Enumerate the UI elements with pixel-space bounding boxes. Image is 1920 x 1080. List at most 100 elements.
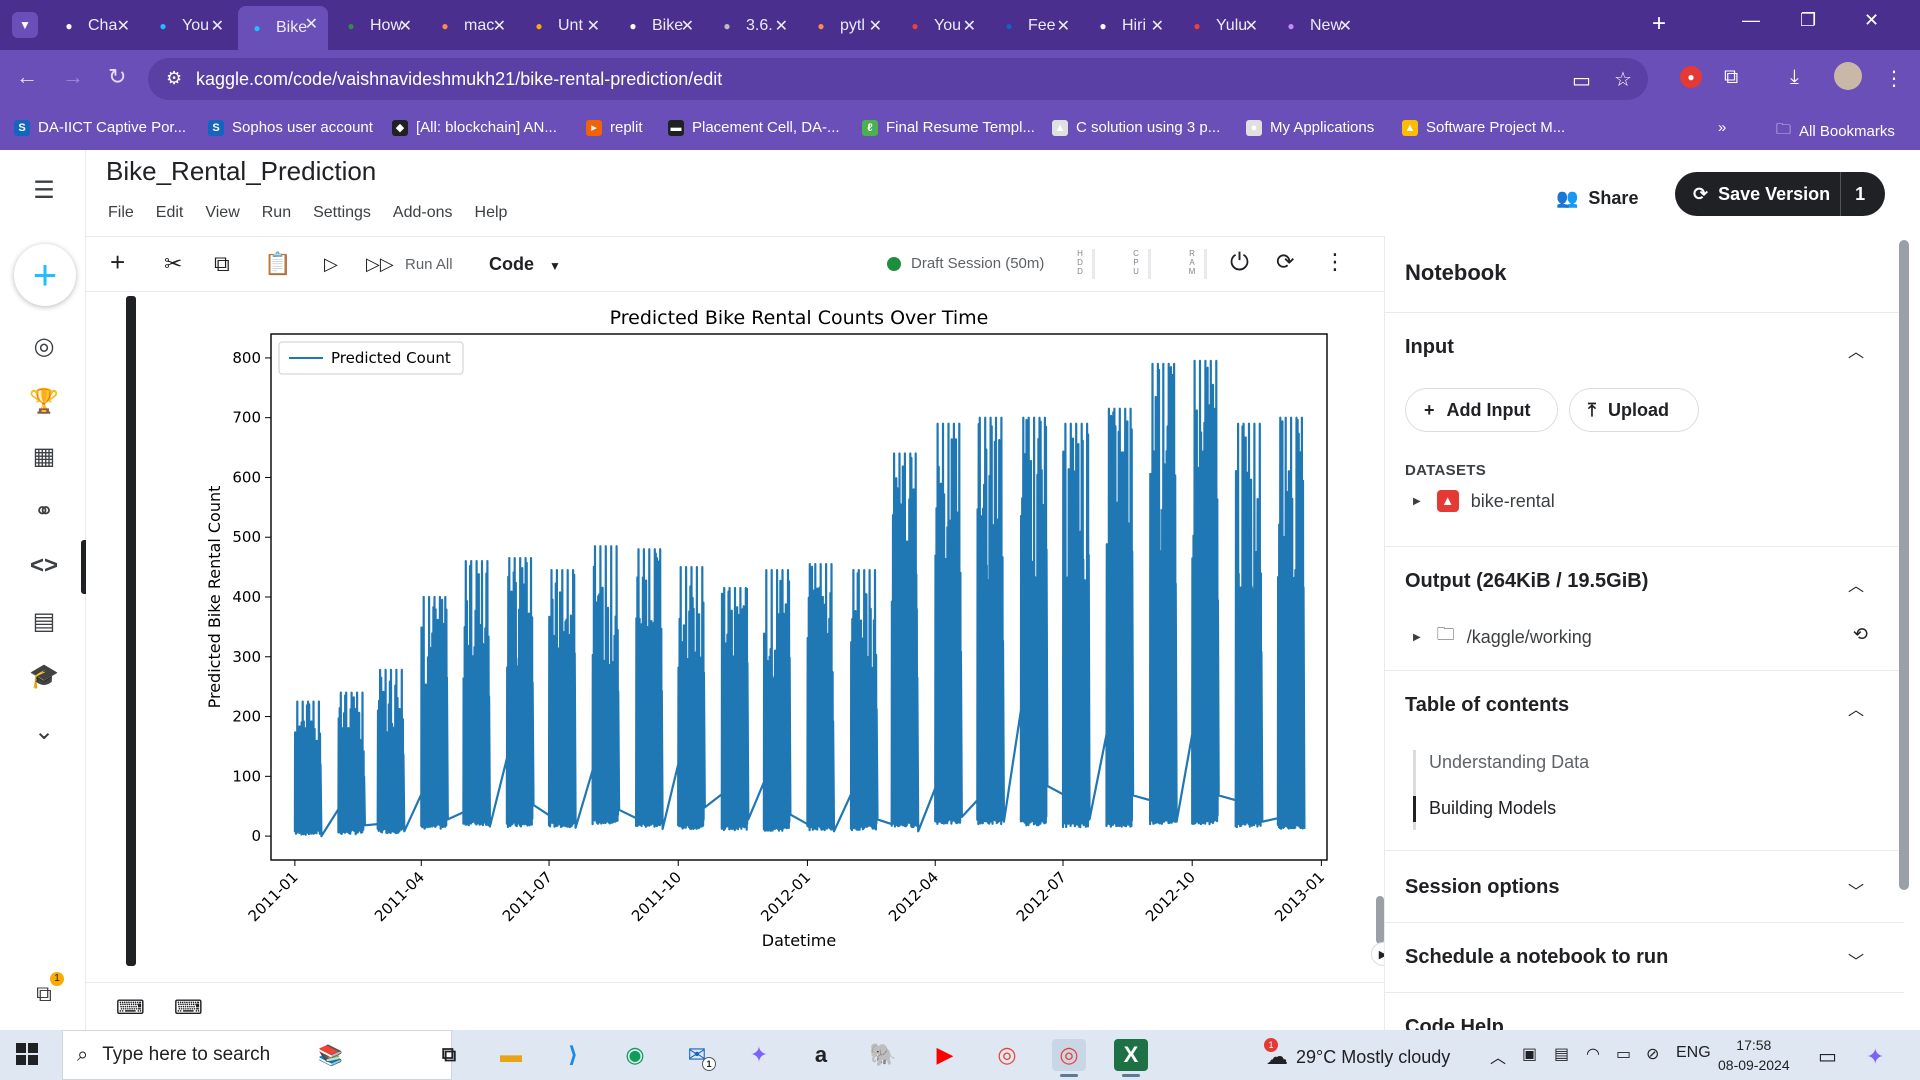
code-help-title[interactable]: Code Help (1405, 1016, 1504, 1030)
session-options-title[interactable]: Session options (1405, 876, 1559, 899)
browser-tab[interactable]: ● You ✕ (896, 8, 986, 44)
tab-close-icon[interactable]: ✕ (493, 16, 506, 36)
cell-type-select[interactable]: Code ▼ (489, 254, 561, 275)
learn-icon[interactable]: 🎓 (26, 658, 62, 694)
bookmark-item[interactable]: S DA-IICT Captive Por... (14, 119, 186, 136)
refresh-icon[interactable]: ⟲ (1853, 624, 1868, 645)
bookmark-item[interactable]: ℓ Final Resume Templ... (862, 119, 1035, 136)
table-icon[interactable]: ▦ (26, 438, 62, 474)
browser-tab[interactable]: ● Bike ✕ (238, 6, 328, 50)
mail-icon[interactable]: ✉ 1 (680, 1039, 716, 1071)
output-section-title[interactable]: Output (264KiB / 19.5GiB) (1405, 570, 1648, 593)
browser-tab[interactable]: ● Unt ✕ (520, 8, 610, 44)
output-folder-item[interactable]: ▶ 🗀 /kaggle/working (1413, 622, 1592, 652)
expand-more-icon[interactable]: ⌄ (26, 713, 62, 749)
chevron-down-icon[interactable]: ﹀ (1848, 878, 1864, 902)
compass-icon[interactable]: ◎ (26, 328, 62, 364)
toc-item-building-models[interactable]: Building Models (1429, 798, 1556, 819)
forward-icon[interactable]: → (62, 64, 84, 90)
expand-caret-icon[interactable]: ▶ (1413, 496, 1421, 507)
run-all-icon[interactable]: ▷▷ (366, 254, 394, 275)
chevron-up-icon[interactable]: ︿ (1848, 338, 1864, 362)
taskbar-clock[interactable]: 17:58 08-09-2024 (1718, 1035, 1790, 1075)
version-count[interactable]: 1 (1855, 184, 1865, 205)
browser-menu-icon[interactable]: ⋮ (1884, 66, 1904, 91)
volume-mute-icon[interactable]: ⊘ (1646, 1044, 1659, 1064)
tray-chevron-up-icon[interactable]: ︿ (1490, 1044, 1506, 1068)
tab-close-icon[interactable]: ✕ (1339, 16, 1352, 36)
share-button[interactable]: 👥 Share (1556, 178, 1638, 218)
input-section-title[interactable]: Input (1405, 336, 1454, 359)
copilot-app-icon[interactable]: ✦ (742, 1039, 776, 1071)
session-label[interactable]: Draft Session (50m) (911, 255, 1044, 272)
dataset-item[interactable]: ▶ ▲ bike-rental (1413, 490, 1555, 512)
language-indicator[interactable]: ENG (1676, 1044, 1711, 1062)
reload-icon[interactable]: ↻ (108, 64, 126, 90)
file-explorer-icon[interactable]: ▬ (494, 1039, 528, 1071)
side-panel-scrollbar[interactable] (1899, 240, 1909, 890)
chevron-up-icon[interactable]: ︿ (1848, 572, 1864, 596)
back-icon[interactable]: ← (16, 64, 38, 90)
tab-close-icon[interactable]: ✕ (963, 16, 976, 36)
hamburger-menu-icon[interactable]: ☰ (26, 172, 62, 208)
chevron-up-icon[interactable]: ︿ (1848, 1018, 1864, 1030)
tab-close-icon[interactable]: ✕ (869, 16, 882, 36)
wifi-icon[interactable]: ◠ (1586, 1044, 1600, 1064)
tab-search-button[interactable]: ▼ (12, 12, 38, 38)
bookmark-item[interactable]: ▬ Placement Cell, DA-... (668, 119, 840, 136)
notebook-title[interactable]: Bike_Rental_Prediction (106, 156, 376, 187)
paste-icon[interactable]: 📋 (264, 251, 291, 277)
tab-close-icon[interactable]: ✕ (1245, 16, 1258, 36)
browser-tab[interactable]: ● You ✕ (144, 8, 234, 44)
battery-icon[interactable]: ▭ (1616, 1044, 1631, 1064)
taskbar-search-box[interactable]: ⌕ Type here to search 📚 (62, 1030, 452, 1080)
chrome-profile-icon[interactable]: ◎ (1052, 1039, 1086, 1077)
excel-icon[interactable]: X (1114, 1039, 1148, 1077)
keyboard-shortcuts-icon[interactable]: ⌨ (174, 995, 203, 1020)
tab-close-icon[interactable]: ✕ (587, 16, 600, 36)
browser-tab[interactable]: ● pytl ✕ (802, 8, 892, 44)
postgresql-icon[interactable]: 🐘 (866, 1039, 900, 1071)
models-icon[interactable]: ⚭ (26, 493, 62, 529)
tab-close-icon[interactable]: ✕ (305, 14, 318, 34)
expand-caret-icon[interactable]: ▶ (1413, 632, 1421, 643)
bookmark-item[interactable]: ▲ Software Project M... (1402, 119, 1565, 136)
save-version-button[interactable]: ⟳ Save Version 1 (1675, 172, 1885, 216)
minimize-icon[interactable]: — (1742, 10, 1760, 31)
url-text[interactable]: kaggle.com/code/vaishnavideshmukh21/bike… (196, 69, 722, 90)
vscode-icon[interactable]: ⟩ (556, 1039, 590, 1071)
chevron-down-icon[interactable]: ﹀ (1848, 948, 1864, 972)
browser-tab[interactable]: ● Yulu ✕ (1178, 8, 1268, 44)
restore-icon[interactable]: ❐ (1800, 10, 1816, 31)
copilot-tray-icon[interactable]: ✦ (1866, 1044, 1884, 1070)
toc-item-understanding-data[interactable]: Understanding Data (1429, 752, 1589, 773)
add-input-button[interactable]: + Add Input (1405, 388, 1558, 432)
notifications-icon[interactable]: ⧉ 1 (26, 972, 64, 1012)
console-icon[interactable]: ⌨ (116, 995, 145, 1020)
run-all-label[interactable]: Run All (405, 256, 453, 273)
site-info-icon[interactable]: ⚙ (166, 68, 182, 89)
youtube-icon[interactable]: ▶ (928, 1039, 962, 1071)
browser-tab[interactable]: ● How ✕ (332, 8, 422, 44)
menu-add-ons[interactable]: Add-ons (393, 204, 453, 222)
windows-start-icon[interactable] (16, 1043, 38, 1065)
tab-close-icon[interactable]: ✕ (1057, 16, 1070, 36)
notification-center-icon[interactable]: ▭ (1818, 1044, 1837, 1069)
schedule-title[interactable]: Schedule a notebook to run (1405, 946, 1668, 969)
menu-run[interactable]: Run (262, 204, 291, 222)
upload-button[interactable]: ⤒ Upload (1569, 388, 1699, 432)
task-view-icon[interactable]: ⧉ (432, 1039, 466, 1071)
notebook-scrollbar[interactable] (1376, 896, 1384, 944)
bookmark-item[interactable]: ▸ replit (586, 119, 643, 136)
bookmark-item[interactable]: ● My Applications (1246, 119, 1374, 136)
copy-icon[interactable]: ⧉ (214, 251, 230, 277)
amazon-icon[interactable]: a (804, 1039, 838, 1071)
tab-close-icon[interactable]: ✕ (1151, 16, 1164, 36)
menu-help[interactable]: Help (475, 204, 508, 222)
download-icon[interactable]: ⤓ (1790, 66, 1799, 89)
browser-tab[interactable]: ● Bike ✕ (614, 8, 704, 44)
chrome-icon[interactable]: ◎ (990, 1039, 1024, 1071)
more-bookmarks-icon[interactable]: » (1718, 119, 1726, 136)
discussion-icon[interactable]: ▤ (26, 603, 62, 639)
bookmark-item[interactable]: ▲ C solution using 3 p... (1052, 119, 1220, 136)
